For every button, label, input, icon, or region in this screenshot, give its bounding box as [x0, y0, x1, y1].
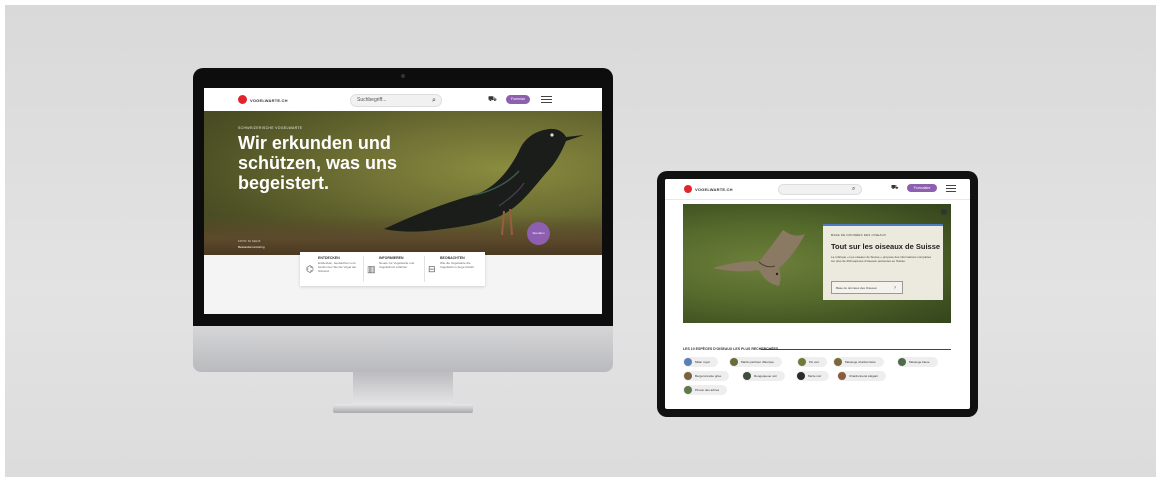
photo-caption: FOTO: M. FELIX: [238, 239, 261, 243]
chevron-right-icon: ›: [894, 285, 896, 291]
species-chip[interactable]: Milan royal: [683, 357, 718, 367]
divider: [363, 256, 364, 282]
feature-text: Entdecken, beobachten und bestimmen Sie …: [318, 261, 357, 273]
card-body: La rubrique « Les oiseaux de Suisse » pr…: [831, 255, 932, 263]
search-icon[interactable]: ⌕: [852, 186, 855, 192]
monitor-bezel: VOGELWARTE.CH Suchbegriff... ⌕ ⛟ Formula…: [193, 68, 613, 326]
tablet-device: VOGELWARTE.CH ⌕ ⛟ Formulaire BASE DE DON…: [657, 171, 978, 417]
cart-icon[interactable]: ⛟: [891, 185, 899, 191]
binoculars-icon: ⌬: [306, 264, 314, 274]
feature-discover[interactable]: ⌬ ENTDECKEN Entdecken, beobachten und be…: [304, 256, 362, 282]
card-title: Tout sur les oiseaux de Suisse: [831, 242, 941, 251]
species-chip[interactable]: Mésange bleue: [897, 357, 938, 367]
falcon-image: [713, 230, 805, 286]
close-icon[interactable]: [941, 209, 947, 215]
logo-icon[interactable]: [684, 185, 692, 193]
logo-icon[interactable]: [238, 95, 247, 104]
feature-text: Neues zur Vogelwarte und Vogelschutz erf…: [379, 261, 415, 269]
hero-link[interactable]: Bestandsmonitoring: [238, 245, 265, 249]
divider: [761, 349, 951, 350]
species-chip[interactable]: Pic vert: [797, 357, 828, 367]
search-placeholder: Suchbegriff...: [357, 97, 387, 103]
card-button-label: Base de données des Oiseaux: [836, 286, 877, 290]
search-input[interactable]: Suchbegriff... ⌕: [350, 94, 442, 107]
feature-strip: ⌬ ENTDECKEN Entdecken, beobachten und be…: [300, 252, 485, 286]
feature-title: BEOBACHTEN: [440, 256, 465, 260]
tablet-hero: BASE DE DONNÉES DES OISEAUX Tout sur les…: [683, 204, 951, 323]
species-chip[interactable]: Chardonneret élégant: [837, 371, 887, 381]
monitor-chin: [193, 326, 613, 372]
database-button[interactable]: Base de données des Oiseaux ›: [831, 281, 903, 294]
webcam: [401, 74, 405, 78]
monitor-stand: [353, 372, 453, 406]
species-chip[interactable]: Merle noir: [796, 371, 830, 381]
feature-observe[interactable]: ⊟ BEOBACHTEN Wie die Vogelwarte die Voge…: [426, 256, 484, 282]
species-chip[interactable]: Rougequeue noir: [742, 371, 786, 381]
menu-icon[interactable]: [946, 183, 956, 194]
feature-text: Wie die Vogelwarte die Vogelwelt im Auge…: [440, 261, 475, 269]
search-input[interactable]: ⌕: [778, 184, 862, 195]
tablet-navbar: VOGELWARTE.CH ⌕ ⛟ Formulaire: [665, 179, 970, 200]
form-button[interactable]: Formulaire: [907, 184, 937, 192]
cart-icon[interactable]: ⛟: [488, 96, 497, 103]
species-chip[interactable]: Pinson des arbres: [683, 385, 728, 395]
card-eyebrow: BASE DE DONNÉES DES OISEAUX: [831, 233, 887, 237]
feature-title: ENTDECKEN: [318, 256, 340, 260]
species-chip[interactable]: Mésange charbonnière: [833, 357, 884, 367]
divider: [424, 256, 425, 282]
species-chip[interactable]: Martin-pêcheur d'Europe: [729, 357, 782, 367]
desktop-navbar: VOGELWARTE.CH Suchbegriff... ⌕ ⛟ Formula…: [204, 88, 602, 112]
donate-button[interactable]: Spenden: [527, 222, 550, 245]
form-button[interactable]: Formular: [506, 95, 530, 104]
hero-title: Wir erkunden und schützen, was uns begei…: [238, 133, 398, 193]
hero-eyebrow: SCHWEIZERISCHE VOGELWARTE: [238, 126, 303, 130]
species-chip[interactable]: Bergeronnette grise: [683, 371, 730, 381]
desktop-screen: VOGELWARTE.CH Suchbegriff... ⌕ ⛟ Formula…: [204, 88, 602, 314]
device-icon: ⊟: [428, 264, 436, 274]
mockup-background: VOGELWARTE.CH Suchbegriff... ⌕ ⛟ Formula…: [5, 5, 1156, 477]
search-icon[interactable]: ⌕: [432, 97, 436, 104]
info-card: BASE DE DONNÉES DES OISEAUX Tout sur les…: [823, 224, 943, 300]
desktop-monitor: VOGELWARTE.CH Suchbegriff... ⌕ ⛟ Formula…: [193, 68, 613, 413]
brand-name[interactable]: VOGELWARTE.CH: [250, 98, 288, 103]
map-icon: ▥: [367, 264, 376, 274]
monitor-foot: [333, 404, 473, 413]
brand-name[interactable]: VOGELWARTE.CH: [695, 187, 733, 192]
feature-title: INFORMIEREN: [379, 256, 404, 260]
feature-inform[interactable]: ▥ INFORMIEREN Neues zur Vogelwarte und V…: [365, 256, 423, 282]
menu-icon[interactable]: [541, 94, 552, 105]
tablet-screen: VOGELWARTE.CH ⌕ ⛟ Formulaire BASE DE DON…: [665, 179, 970, 409]
